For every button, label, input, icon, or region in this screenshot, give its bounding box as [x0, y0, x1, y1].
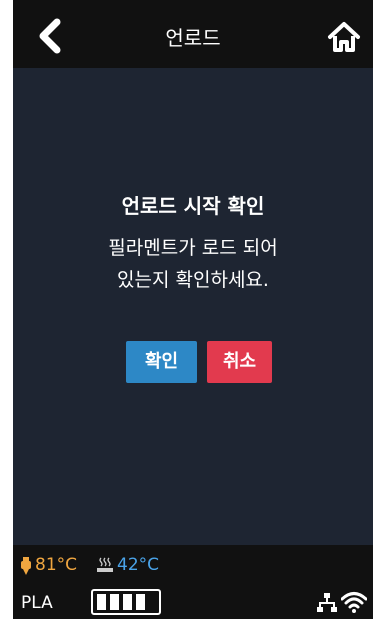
battery-indicator	[91, 589, 161, 615]
header-bar: 언로드	[13, 0, 373, 68]
back-button[interactable]	[33, 18, 69, 54]
battery-cell	[123, 594, 132, 610]
bed-heat-icon	[97, 557, 113, 572]
dialog-message: 필라멘트가 로드 되어 있는지 확인하세요.	[13, 232, 373, 296]
battery-cell	[136, 594, 145, 610]
cancel-button[interactable]: 취소	[207, 341, 272, 383]
nozzle-temp: 81°C	[35, 555, 78, 575]
dialog-message-line-2: 있는지 확인하세요.	[117, 269, 269, 291]
lan-icon	[317, 593, 337, 612]
printer-screen: 언로드 언로드 시작 확인 필라멘트가 로드 되어 있는지 확인하세요. 확인 …	[13, 0, 373, 619]
wifi-icon	[341, 592, 367, 613]
dialog-message-line-1: 필라멘트가 로드 되어	[108, 237, 278, 259]
home-button[interactable]	[327, 20, 361, 54]
dialog-title: 언로드 시작 확인	[121, 194, 265, 218]
battery-cell	[110, 594, 119, 610]
material-label: PLA	[21, 593, 53, 613]
status-bar: 81°C 42°C PLA	[13, 545, 373, 619]
bed-temp: 42°C	[117, 555, 160, 575]
nozzle-icon	[21, 557, 31, 575]
battery-cell	[97, 594, 106, 610]
confirm-button[interactable]: 확인	[126, 341, 197, 383]
home-icon	[328, 22, 360, 52]
chevron-left-icon	[39, 18, 61, 54]
